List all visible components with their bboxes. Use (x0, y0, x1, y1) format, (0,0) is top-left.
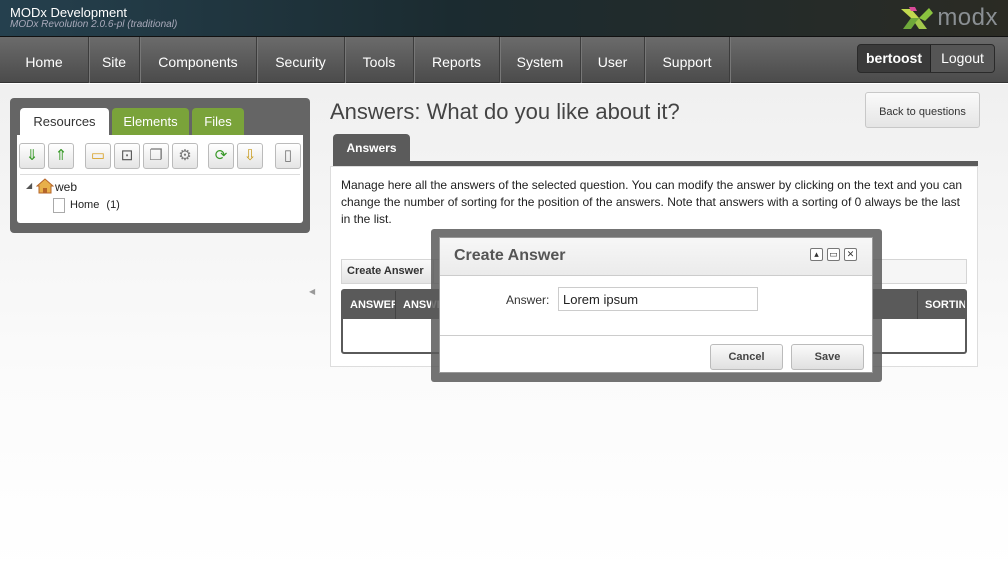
tab-files[interactable]: Files (192, 108, 244, 136)
logout-button[interactable]: Logout (930, 45, 994, 72)
site-version: MODx Revolution 2.0.6-pl (traditional) (10, 19, 178, 30)
collapse-icon[interactable]: ▴ (810, 248, 823, 261)
tab-answers[interactable]: Answers (333, 134, 410, 162)
page-title: Answers: What do you like about it? (330, 99, 680, 124)
answers-description: Manage here all the answers of the selec… (341, 178, 963, 226)
modx-logo-icon (901, 7, 934, 29)
maximize-icon[interactable]: ▭ (827, 248, 840, 261)
refresh-icon[interactable]: ⟳ (208, 143, 234, 169)
nav-user[interactable]: User (581, 37, 645, 83)
nav-support[interactable]: Support (645, 37, 730, 83)
nav-system[interactable]: System (500, 37, 581, 83)
nav-site[interactable]: Site (89, 37, 140, 83)
new-weblink-icon[interactable]: ⊡ (114, 143, 140, 169)
back-to-questions-button[interactable]: Back to questions (865, 92, 980, 128)
save-button[interactable]: Save (791, 344, 864, 370)
new-static-icon[interactable]: ⚙ (172, 143, 198, 169)
top-header: MODx Development MODx Revolution 2.0.6-p… (0, 0, 1008, 37)
dialog-footer-divider (440, 335, 872, 336)
new-folder-icon[interactable]: ▭ (85, 143, 111, 169)
username[interactable]: bertoost (858, 45, 930, 72)
nav-components[interactable]: Components (140, 37, 257, 83)
dialog-header[interactable]: Create Answer ▴ ▭ ✕ (440, 238, 872, 276)
nav-security[interactable]: Security (257, 37, 345, 83)
resource-panel: Resources Elements Files ⇓ ⇑ ▭ ⊡ ❐ ⚙ ⟳ ⇩… (10, 98, 310, 233)
cancel-button[interactable]: Cancel (710, 344, 783, 370)
arrow-down-icon[interactable]: ⇓ (19, 143, 45, 169)
nav-tools[interactable]: Tools (345, 37, 414, 83)
arrow-up-icon[interactable]: ⇑ (48, 143, 74, 169)
tab-elements[interactable]: Elements (112, 108, 189, 136)
new-symlink-icon[interactable]: ❐ (143, 143, 169, 169)
tree-root-label[interactable]: web (55, 180, 77, 194)
tree-separator (20, 174, 300, 175)
answer-input[interactable] (558, 287, 758, 311)
logo-text: modx (937, 4, 998, 31)
trash-icon[interactable]: ▯ (275, 143, 301, 169)
panel-collapse-handle[interactable]: ◀ (309, 280, 315, 304)
create-answer-button[interactable]: Create Answer (342, 260, 434, 283)
tree-item-home-id: (1) (106, 199, 120, 211)
user-box: bertoost Logout (857, 44, 995, 73)
page-icon (53, 198, 65, 213)
site-name: MODx Development (10, 5, 128, 20)
tree-item-home[interactable]: Home (1) (70, 199, 120, 211)
tab-resources[interactable]: Resources (20, 108, 109, 136)
home-folder-icon (35, 178, 55, 194)
modx-logo: modx (899, 4, 998, 32)
nav-home[interactable]: Home (0, 37, 89, 83)
tree-collapse-icon[interactable]: ◢ (26, 181, 32, 190)
sort-icon[interactable]: ⇩ (237, 143, 263, 169)
resource-tree: ⇓ ⇑ ▭ ⊡ ❐ ⚙ ⟳ ⇩ ▯ ◢ web Home (1) (17, 135, 303, 223)
column-sorting[interactable]: SORTING (917, 291, 965, 319)
tree-item-home-label: Home (70, 199, 100, 211)
column-answer[interactable]: ANSWER (343, 291, 396, 319)
answer-label: Answer: (506, 293, 550, 307)
create-answer-dialog: Create Answer ▴ ▭ ✕ Answer: Cancel Save (439, 237, 873, 373)
close-icon[interactable]: ✕ (844, 248, 857, 261)
dialog-title: Create Answer (454, 247, 566, 264)
nav-reports[interactable]: Reports (414, 37, 500, 83)
